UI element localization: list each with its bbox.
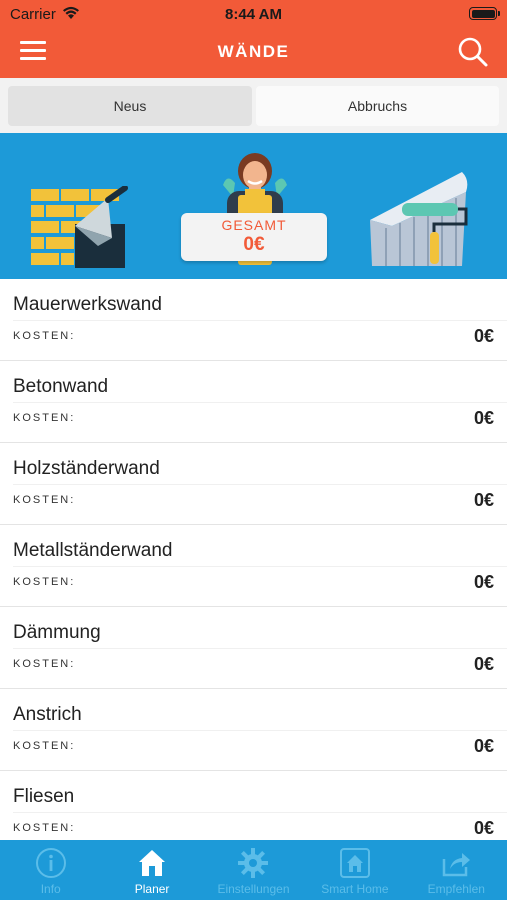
list-item-title: Holzständerwand [13, 458, 160, 479]
wall-type-list: Mauerwerkswand KOSTEN: 0€ Betonwand KOSTEN: 0… [0, 279, 507, 841]
tab-label: Empfehlen [427, 882, 485, 896]
tab-label: Planer [134, 882, 170, 896]
divider [13, 566, 507, 567]
tab-planer[interactable]: Planer [101, 840, 202, 900]
search-icon[interactable] [457, 36, 489, 68]
cost-value: 0€ [473, 736, 494, 756]
battery-icon [469, 7, 500, 20]
total-card: GESAMT 0€ [181, 213, 327, 261]
total-label: GESAMT [221, 217, 287, 233]
status-time: 8:44 AM [225, 6, 282, 23]
list-item-title: Metallständerwand [13, 540, 173, 561]
divider [13, 402, 507, 403]
share-icon [440, 847, 472, 879]
divider [13, 320, 507, 321]
divider [13, 484, 507, 485]
list-item[interactable]: Holzständerwand KOSTEN: 0€ [0, 443, 507, 525]
wallpaper-roller-illustration [370, 172, 468, 266]
tab-empfehlen[interactable]: Empfehlen [406, 840, 507, 900]
segment-new[interactable]: Neus [8, 86, 252, 126]
segment-demolition[interactable]: Abbruchs [256, 86, 499, 126]
brick-wall-illustration [29, 186, 128, 268]
total-banner: GESAMT 0€ [0, 133, 507, 279]
list-item[interactable]: Anstrich KOSTEN: 0€ [0, 689, 507, 771]
cost-value: 0€ [473, 654, 494, 674]
cost-label: KOSTEN: [13, 576, 76, 588]
list-item-title: Anstrich [13, 704, 82, 725]
divider [13, 648, 507, 649]
list-item[interactable]: Dämmung KOSTEN: 0€ [0, 607, 507, 689]
list-item-title: Fliesen [13, 786, 75, 807]
info-icon [35, 847, 67, 879]
cost-value: 0€ [473, 818, 494, 838]
cost-label: KOSTEN: [13, 412, 76, 424]
cost-value: 0€ [473, 408, 494, 428]
cost-label: KOSTEN: [13, 330, 76, 342]
list-item[interactable]: Metallständerwand KOSTEN: 0€ [0, 525, 507, 607]
tab-bar: Info Planer Einstellungen Smart Home Empfehl… [0, 840, 507, 900]
tab-label: Smart Home [321, 882, 389, 896]
list-item-title: Dämmung [13, 622, 101, 643]
list-item-title: Betonwand [13, 376, 109, 397]
tab-label: Info [40, 882, 61, 896]
page-title: WÄNDE [217, 42, 290, 61]
cost-label: KOSTEN: [13, 822, 76, 834]
tab-einstellungen[interactable]: Einstellungen [203, 840, 304, 900]
status-bar: Carrier 8:44 AM [0, 0, 507, 30]
tab-info[interactable]: Info [0, 840, 101, 900]
list-item-title: Mauerwerkswand [13, 294, 162, 315]
total-value: 0€ [243, 234, 265, 255]
smart-home-icon [339, 847, 371, 879]
divider [13, 730, 507, 731]
divider [13, 812, 507, 813]
list-item[interactable]: Betonwand KOSTEN: 0€ [0, 361, 507, 443]
segmented-control: Neus Abbruchs [0, 78, 507, 133]
cost-value: 0€ [473, 572, 494, 592]
cost-value: 0€ [473, 326, 494, 346]
cost-label: KOSTEN: [13, 658, 76, 670]
house-icon [136, 847, 168, 879]
cost-value: 0€ [473, 490, 494, 510]
tab-smart-home[interactable]: Smart Home [304, 840, 405, 900]
cost-label: KOSTEN: [13, 740, 76, 752]
gear-icon [237, 847, 269, 879]
cost-label: KOSTEN: [13, 494, 76, 506]
navigation-bar: Carrier 8:44 AM WÄNDE [0, 0, 507, 78]
list-item[interactable]: Mauerwerkswand KOSTEN: 0€ [0, 279, 507, 361]
tab-label: Einstellungen [217, 882, 290, 896]
list-item[interactable]: Fliesen KOSTEN: 0€ [0, 771, 507, 841]
